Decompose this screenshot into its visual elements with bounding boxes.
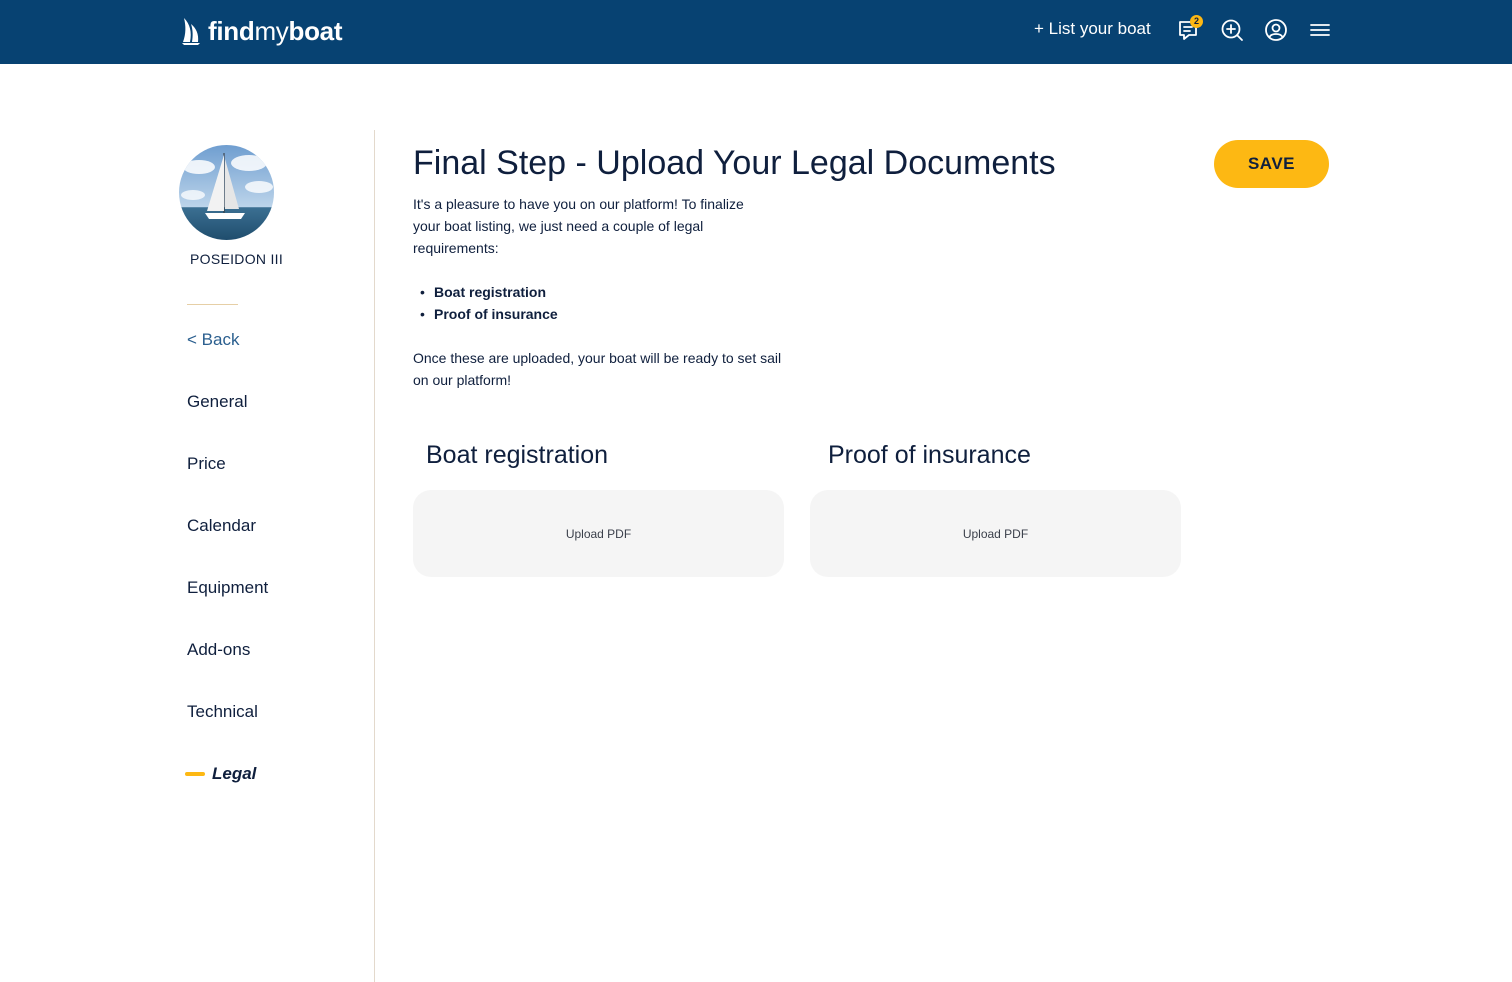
list-your-boat-link[interactable]: + List your boat xyxy=(1034,19,1151,39)
boat-avatar xyxy=(179,145,274,240)
page-title: Final Step - Upload Your Legal Documents xyxy=(413,144,1056,182)
logo-wordmark: findmyboat xyxy=(208,15,343,46)
upload-pdf-label: Upload PDF xyxy=(565,526,632,541)
sidebar-item-price[interactable]: Price xyxy=(187,454,226,474)
upload-pdf-label: Upload PDF xyxy=(962,526,1029,541)
proof-of-insurance-upload[interactable]: Upload PDF xyxy=(810,490,1181,577)
sail-logo-icon xyxy=(182,18,200,45)
outro-text: Once these are uploaded, your boat will … xyxy=(413,350,782,388)
sidebar-short-divider xyxy=(187,304,238,305)
intro-text: It's a pleasure to have you on our platf… xyxy=(413,196,744,256)
sidebar-item-equipment[interactable]: Equipment xyxy=(187,578,268,598)
sidebar-item-calendar[interactable]: Calendar xyxy=(187,516,256,536)
proof-of-insurance-title: Proof of insurance xyxy=(828,441,1031,469)
top-navigation-bar: findmyboat + List your boat 2 xyxy=(0,0,1512,64)
boat-registration-upload[interactable]: Upload PDF xyxy=(413,490,784,577)
sidebar-item-legal[interactable]: Legal xyxy=(212,764,256,784)
requirements-list: Boat registration Proof of insurance xyxy=(420,281,558,325)
active-item-indicator xyxy=(185,772,205,776)
requirement-item: Boat registration xyxy=(420,281,558,303)
sailboat-photo-icon xyxy=(179,145,274,240)
boat-name: POSEIDON III xyxy=(190,251,284,267)
search-icon[interactable] xyxy=(1220,18,1244,42)
sidebar-item-technical[interactable]: Technical xyxy=(187,702,258,722)
sidebar-item-add-ons[interactable]: Add-ons xyxy=(187,640,250,660)
requirement-item: Proof of insurance xyxy=(420,303,558,325)
back-link[interactable]: < Back xyxy=(187,330,239,350)
menu-icon[interactable] xyxy=(1308,18,1332,42)
save-button[interactable]: SAVE xyxy=(1214,140,1329,188)
messages-count-badge: 2 xyxy=(1190,15,1203,28)
sidebar-divider xyxy=(374,130,375,982)
sidebar-item-general[interactable]: General xyxy=(187,392,247,412)
boat-registration-title: Boat registration xyxy=(426,441,609,469)
account-icon[interactable] xyxy=(1264,18,1288,42)
findmyboat-logo[interactable]: findmyboat xyxy=(180,14,343,48)
